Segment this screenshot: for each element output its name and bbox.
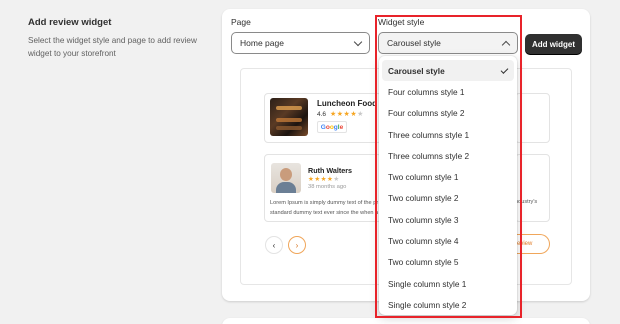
review-text: Lorem Ipsum is simply dummy text of the … (270, 199, 378, 218)
review-stars: ★★★★★ (308, 175, 340, 183)
review-text-line: standard dummy text ever since the when … (270, 209, 378, 216)
dropdown-option-two-column-style-4[interactable]: Two column style 4 (382, 230, 514, 251)
review-text-right: ndustry's (515, 199, 538, 205)
section-description: Select the widget style and page to add … (28, 36, 197, 58)
rating-stars: ★★★★★ (330, 110, 364, 118)
reviewer-avatar (271, 163, 301, 193)
carousel-next-button[interactable]: › (288, 236, 306, 254)
write-review-button[interactable]: eview (515, 234, 550, 254)
stars-empty: ★ (357, 111, 364, 118)
dropdown-option-single-column-style-2[interactable]: Single column style 2 (382, 294, 514, 315)
widget-style-label: Widget style (378, 17, 425, 27)
dropdown-option-carousel-style[interactable]: Carousel style (382, 60, 514, 82)
dropdown-option-two-column-style-3[interactable]: Two column style 3 (382, 209, 514, 230)
dropdown-option-two-column-style-2[interactable]: Two column style 2 (382, 188, 514, 209)
dropdown-option-four-columns-style-1[interactable]: Four columns style 1 (382, 81, 514, 102)
carousel-prev-button[interactable]: ‹ (265, 236, 283, 254)
google-logo: Google (317, 121, 347, 133)
reviewer-name: Ruth Walters (308, 166, 353, 175)
dropdown-option-three-columns-style-2[interactable]: Three columns style 2 (382, 145, 514, 166)
dropdown-option-three-columns-style-1[interactable]: Three columns style 1 (382, 124, 514, 145)
rating-value: 4.6 (317, 111, 327, 118)
widget-style-dropdown: Carousel style Four columns style 1 Four… (379, 56, 517, 315)
review-stars-filled: ★★★★ (308, 176, 334, 183)
review-stars-empty: ★ (333, 176, 340, 183)
page-select-value: Home page (240, 38, 284, 48)
section-title: Add review widget (28, 17, 112, 28)
widget-style-value: Carousel style (387, 38, 441, 48)
review-card-right (515, 154, 550, 222)
chevron-down-icon (353, 37, 363, 46)
checkmark-icon (500, 65, 509, 74)
chevron-up-icon (501, 40, 511, 49)
page-select[interactable]: Home page (231, 32, 370, 54)
widget-style-select[interactable]: Carousel style (378, 32, 518, 54)
dropdown-option-four-columns-style-2[interactable]: Four columns style 2 (382, 103, 514, 124)
business-name: Luncheon Food & (317, 99, 385, 108)
page-label: Page (231, 17, 251, 27)
next-card (222, 318, 590, 324)
business-image (270, 98, 308, 136)
dropdown-option-two-column-style-5[interactable]: Two column style 5 (382, 252, 514, 273)
business-summary-card-right (515, 93, 550, 143)
review-text-line: Lorem Ipsum is simply dummy text of the … (270, 200, 378, 206)
review-time: 38 months ago (308, 184, 347, 190)
dropdown-option-two-column-style-1[interactable]: Two column style 1 (382, 166, 514, 187)
stars-filled: ★★★★ (330, 111, 358, 118)
add-widget-button[interactable]: Add widget (525, 34, 582, 54)
dropdown-option-single-column-style-1[interactable]: Single column style 1 (382, 273, 514, 294)
